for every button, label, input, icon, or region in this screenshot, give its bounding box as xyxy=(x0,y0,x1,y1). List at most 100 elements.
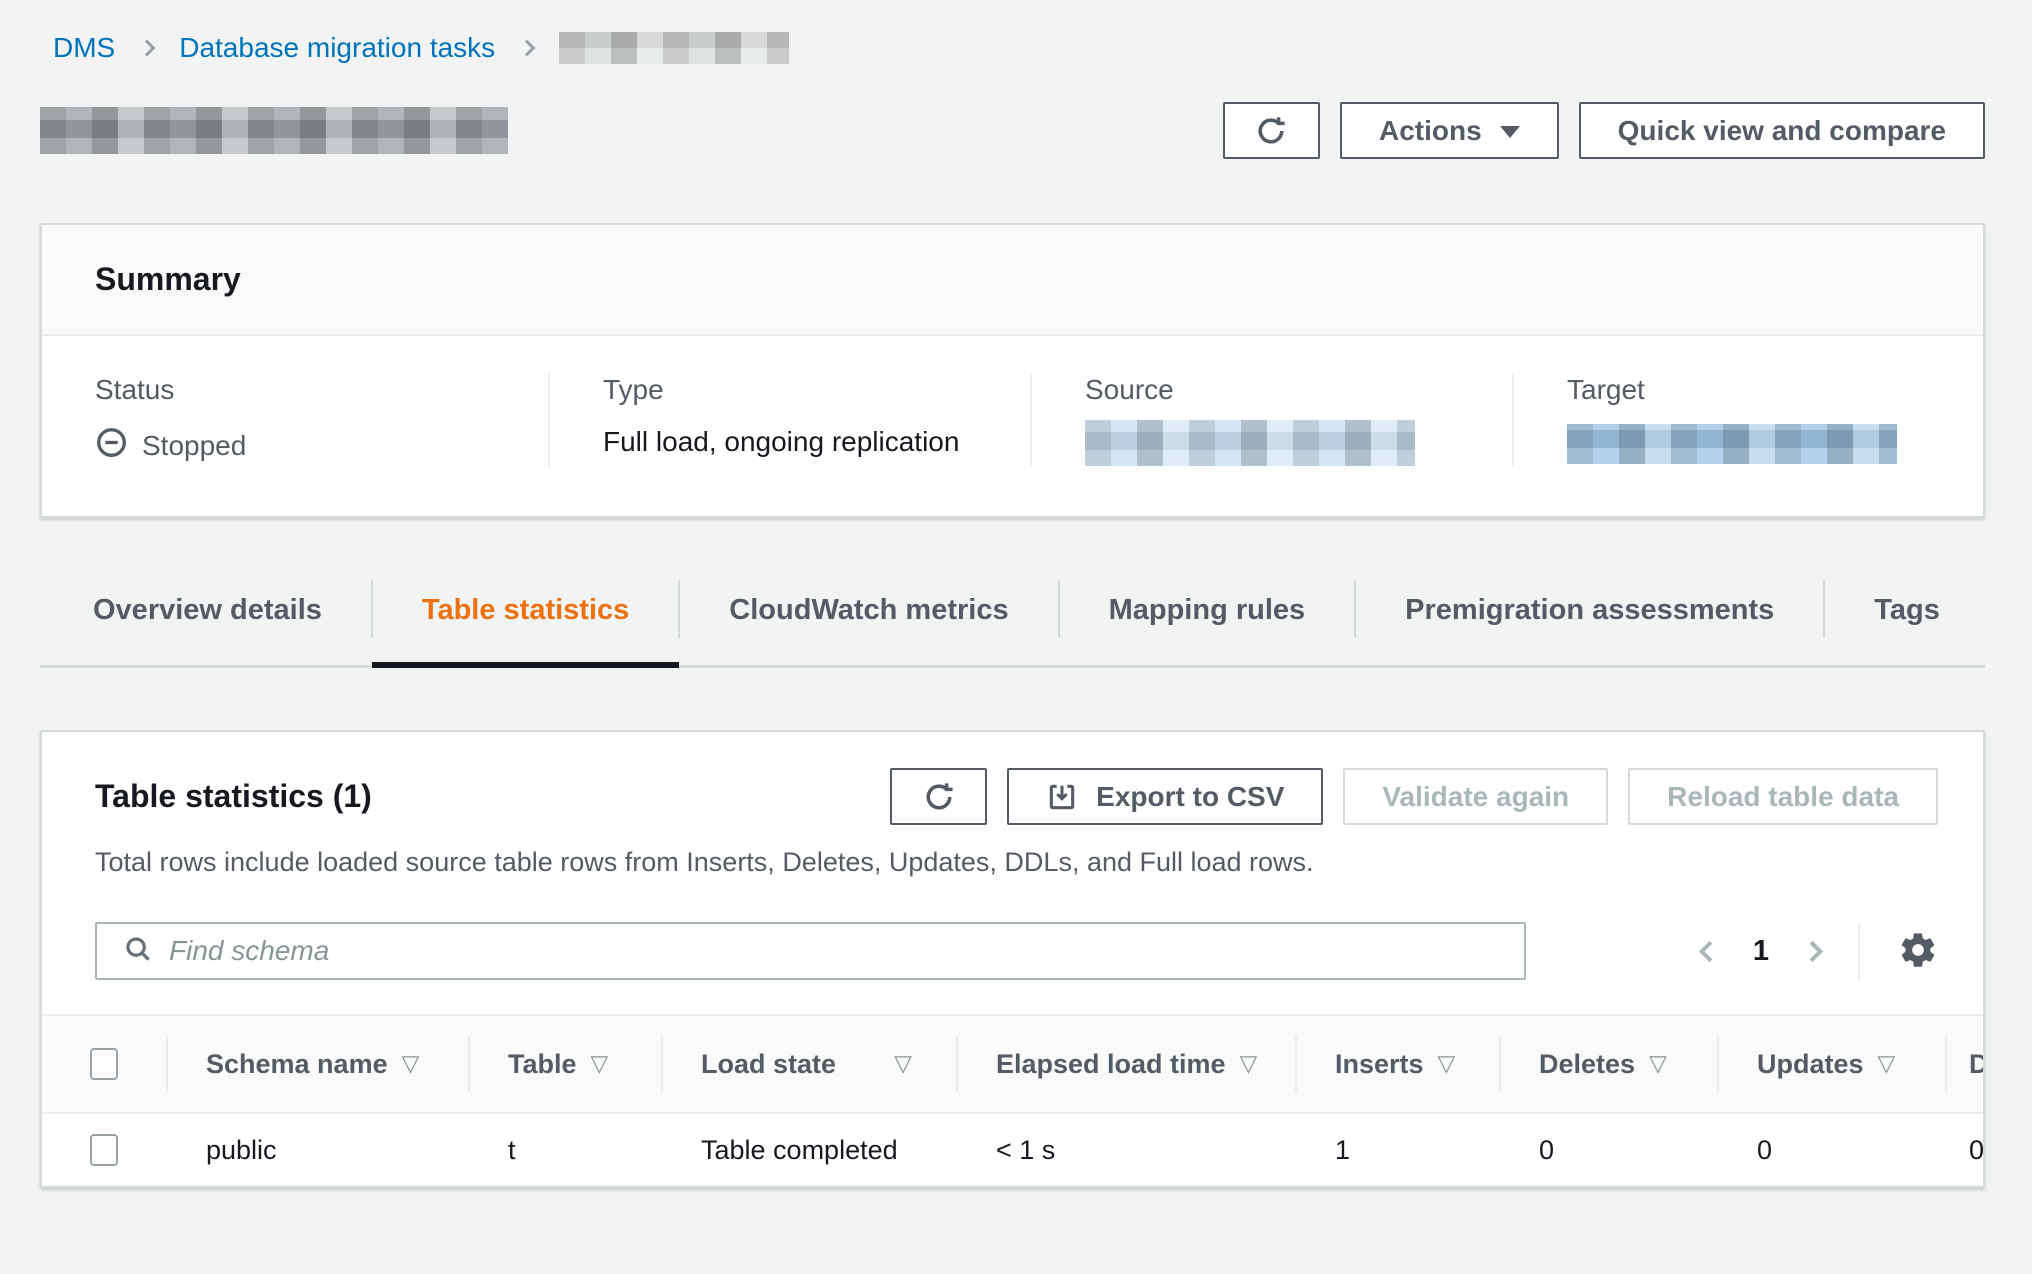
chevron-right-icon xyxy=(139,40,156,57)
export-to-csv-button[interactable]: Export to CSV xyxy=(1007,768,1323,825)
reload-table-data-button[interactable]: Reload table data xyxy=(1628,768,1938,825)
sort-triangle-icon[interactable]: ▽ xyxy=(1438,1053,1456,1076)
chevron-right-icon[interactable] xyxy=(1802,940,1823,961)
caret-down-icon xyxy=(1500,126,1520,138)
task-name-redacted xyxy=(40,107,508,154)
column-label: Updates xyxy=(1757,1049,1864,1080)
reload-button-label: Reload table data xyxy=(1667,781,1899,813)
breadcrumb-dms[interactable]: DMS xyxy=(53,32,115,64)
column-header-ddls-truncated[interactable]: D xyxy=(1945,1016,1985,1112)
table-refresh-button[interactable] xyxy=(890,768,987,825)
sort-triangle-icon[interactable]: ▽ xyxy=(1878,1053,1896,1076)
tab-table-statistics[interactable]: Table statistics xyxy=(372,570,679,665)
page-number[interactable]: 1 xyxy=(1753,935,1769,968)
column-label: D xyxy=(1969,1049,1985,1080)
column-label: Schema name xyxy=(206,1049,388,1080)
target-value-redacted[interactable] xyxy=(1567,424,1897,464)
statistics-table: Schema name ▽ Table ▽ Load state ▽ Elaps… xyxy=(42,1016,1983,1186)
row-select-cell xyxy=(42,1112,166,1186)
schema-search[interactable] xyxy=(95,922,1526,980)
tab-tags[interactable]: Tags xyxy=(1824,570,1990,665)
status-text: Stopped xyxy=(142,430,246,462)
summary-panel: Summary Status Stopped Type Full load, o… xyxy=(40,223,1985,518)
status-value: Stopped xyxy=(95,426,548,466)
magnifier-icon xyxy=(123,934,153,969)
page: DMS Database migration tasks Actions xyxy=(40,0,1985,1188)
sort-triangle-icon[interactable]: ▽ xyxy=(1649,1053,1667,1076)
column-header-schema-name[interactable]: Schema name ▽ xyxy=(166,1016,468,1112)
table-statistics-panel: Table statistics (1) xyxy=(40,730,1985,1188)
table-statistics-actions: Export to CSV Validate again Reload tabl… xyxy=(890,768,1938,825)
refresh-icon xyxy=(1254,114,1288,148)
refresh-icon xyxy=(922,780,956,814)
actions-button-label: Actions xyxy=(1379,115,1482,147)
sort-triangle-icon[interactable]: ▽ xyxy=(591,1053,609,1076)
column-label: Table xyxy=(508,1049,577,1080)
toolbar: Actions Quick view and compare xyxy=(1223,102,1985,159)
table-controls-row: 1 xyxy=(95,922,1938,980)
page-header: Actions Quick view and compare xyxy=(40,102,1985,159)
type-value: Full load, ongoing replication xyxy=(603,426,1030,458)
quick-view-and-compare-button[interactable]: Quick view and compare xyxy=(1579,102,1985,159)
cell-elapsed-load-time: < 1 s xyxy=(956,1112,1295,1186)
column-header-load-state[interactable]: Load state ▽ xyxy=(661,1016,956,1112)
gear-icon xyxy=(1898,930,1938,973)
summary-status-field: Status Stopped xyxy=(42,374,548,466)
stopped-circle-icon xyxy=(95,426,128,466)
tab-cloudwatch-metrics[interactable]: CloudWatch metrics xyxy=(679,570,1058,665)
breadcrumb-current-redacted xyxy=(559,32,789,64)
column-label: Deletes xyxy=(1539,1049,1635,1080)
cell-schema-name: public xyxy=(166,1112,468,1186)
select-all-checkbox[interactable] xyxy=(90,1048,118,1080)
chevron-left-icon[interactable] xyxy=(1699,940,1720,961)
table-statistics-title: Table statistics (1) xyxy=(95,778,372,815)
pagination-divider xyxy=(1858,923,1860,979)
actions-button[interactable]: Actions xyxy=(1340,102,1559,159)
cell-ddls-truncated: 0 xyxy=(1945,1112,1985,1186)
refresh-button[interactable] xyxy=(1223,102,1320,159)
sort-triangle-icon[interactable]: ▽ xyxy=(1240,1053,1258,1076)
breadcrumb: DMS Database migration tasks xyxy=(53,0,1985,64)
summary-target-field: Target xyxy=(1512,374,1983,466)
tab-premigration-assessments[interactable]: Premigration assessments xyxy=(1355,570,1824,665)
table-settings-button[interactable] xyxy=(1898,930,1938,973)
cell-deletes: 0 xyxy=(1499,1112,1717,1186)
source-label: Source xyxy=(1085,374,1512,406)
table-statistics-description: Total rows include loaded source table r… xyxy=(95,847,1938,878)
column-header-table[interactable]: Table ▽ xyxy=(468,1016,661,1112)
cell-inserts: 1 xyxy=(1295,1112,1499,1186)
column-header-inserts[interactable]: Inserts ▽ xyxy=(1295,1016,1499,1112)
validate-button-label: Validate again xyxy=(1382,781,1569,813)
sort-triangle-icon[interactable]: ▽ xyxy=(402,1053,420,1076)
summary-title: Summary xyxy=(42,225,1983,336)
summary-type-field: Type Full load, ongoing replication xyxy=(548,374,1030,466)
download-icon xyxy=(1046,781,1078,813)
cell-updates: 0 xyxy=(1717,1112,1945,1186)
quick-view-button-label: Quick view and compare xyxy=(1618,115,1946,147)
cell-load-state: Table completed xyxy=(661,1112,956,1186)
column-label: Load state xyxy=(701,1049,836,1080)
validate-again-button[interactable]: Validate again xyxy=(1343,768,1608,825)
find-schema-input[interactable] xyxy=(169,935,1514,967)
source-value-redacted[interactable] xyxy=(1085,420,1415,466)
column-label: Inserts xyxy=(1335,1049,1424,1080)
column-header-deletes[interactable]: Deletes ▽ xyxy=(1499,1016,1717,1112)
summary-source-field: Source xyxy=(1030,374,1512,466)
select-all-header-cell xyxy=(42,1016,166,1112)
column-label: Elapsed load time xyxy=(996,1049,1226,1080)
summary-fields: Status Stopped Type Full load, ongoing r… xyxy=(42,336,1983,516)
type-label: Type xyxy=(603,374,1030,406)
pagination: 1 xyxy=(1702,923,1938,979)
tab-bar: Overview details Table statistics CloudW… xyxy=(40,570,1985,668)
column-header-elapsed-load-time[interactable]: Elapsed load time ▽ xyxy=(956,1016,1295,1112)
tab-mapping-rules[interactable]: Mapping rules xyxy=(1059,570,1356,665)
breadcrumb-tasks[interactable]: Database migration tasks xyxy=(179,32,495,64)
sort-triangle-icon[interactable]: ▽ xyxy=(894,1053,912,1076)
cell-table: t xyxy=(468,1112,661,1186)
column-header-updates[interactable]: Updates ▽ xyxy=(1717,1016,1945,1112)
target-label: Target xyxy=(1567,374,1983,406)
chevron-right-icon xyxy=(519,40,536,57)
status-label: Status xyxy=(95,374,548,406)
tab-overview-details[interactable]: Overview details xyxy=(40,570,372,665)
row-checkbox[interactable] xyxy=(90,1134,118,1166)
